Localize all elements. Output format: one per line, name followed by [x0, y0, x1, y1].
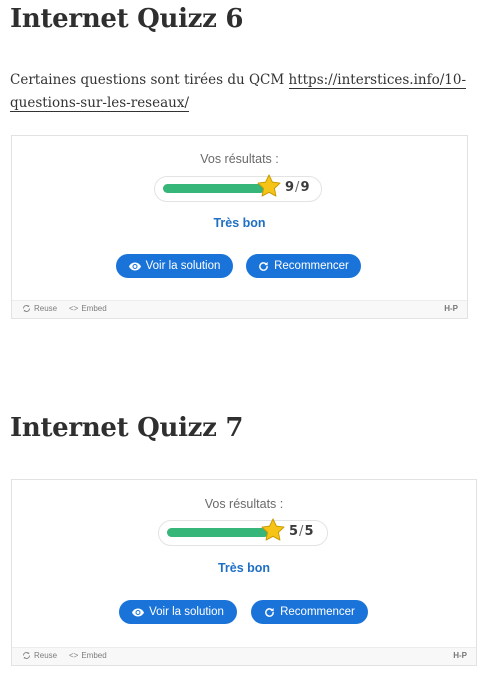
h5p-quiz-container: Vos résultats : 9/9 Très bon Voir la sol… — [11, 135, 468, 319]
reuse-link[interactable]: Reuse — [22, 304, 57, 313]
show-solution-button[interactable]: Voir la solution — [116, 254, 233, 278]
result-label: Vos résultats : — [204, 497, 284, 511]
intro-paragraph: Certaines questions sont tirées du QCM h… — [10, 69, 470, 115]
verdict-text: Très bon — [213, 216, 266, 230]
progress-fill — [163, 184, 265, 193]
retry-label: Recommencer — [274, 260, 349, 272]
show-solution-label: Voir la solution — [149, 606, 224, 618]
embed-link[interactable]: <> Embed — [69, 651, 107, 660]
intro-text: Certaines questions sont tirées du QCM — [10, 72, 289, 88]
retry-button[interactable]: Recommencer — [246, 254, 361, 278]
score-text: 5/5 — [289, 524, 314, 539]
page-title: Internet Quizz 6 — [10, 4, 244, 34]
h5p-footer: Reuse <> Embed H-P — [12, 300, 467, 318]
refresh-icon — [259, 261, 269, 271]
reuse-label: Reuse — [34, 304, 58, 313]
show-solution-button[interactable]: Voir la solution — [119, 600, 237, 624]
progress-fill — [167, 528, 269, 537]
eye-icon — [128, 262, 141, 270]
retry-label: Recommencer — [280, 606, 355, 618]
score-value: 5 — [289, 524, 299, 539]
star-icon — [261, 518, 285, 541]
score-bar: 5/5 — [158, 518, 328, 546]
eye-icon — [132, 608, 145, 616]
h5p-quiz-container: Vos résultats : 5/5 Très bon Voir la sol… — [11, 479, 477, 666]
retry-button[interactable]: Recommencer — [251, 600, 368, 624]
code-icon: <> — [69, 651, 79, 660]
progress-track — [167, 528, 269, 537]
score-max: 5 — [304, 524, 314, 539]
verdict-text: Très bon — [217, 561, 271, 575]
score-text: 9/9 — [285, 180, 310, 195]
h5p-footer: Reuse <> Embed H-P — [12, 647, 476, 665]
embed-label: Embed — [81, 304, 107, 313]
page-title: Internet Quizz 7 — [10, 413, 244, 443]
show-solution-label: Voir la solution — [145, 260, 221, 272]
h5p-logo: H-P — [453, 651, 467, 660]
score-max: 9 — [300, 180, 310, 195]
recycle-icon — [23, 652, 30, 659]
recycle-icon — [23, 305, 30, 312]
result-label: Vos résultats : — [200, 152, 279, 166]
score-bar: 9/9 — [154, 174, 322, 202]
embed-label: Embed — [81, 651, 107, 660]
embed-link[interactable]: <> Embed — [69, 304, 107, 313]
code-icon: <> — [69, 304, 79, 313]
refresh-icon — [265, 607, 275, 617]
h5p-logo: H-P — [444, 304, 458, 313]
score-value: 9 — [285, 180, 295, 195]
reuse-label: Reuse — [34, 651, 58, 660]
reuse-link[interactable]: Reuse — [22, 651, 57, 660]
star-icon — [257, 174, 281, 197]
progress-track — [163, 184, 265, 193]
